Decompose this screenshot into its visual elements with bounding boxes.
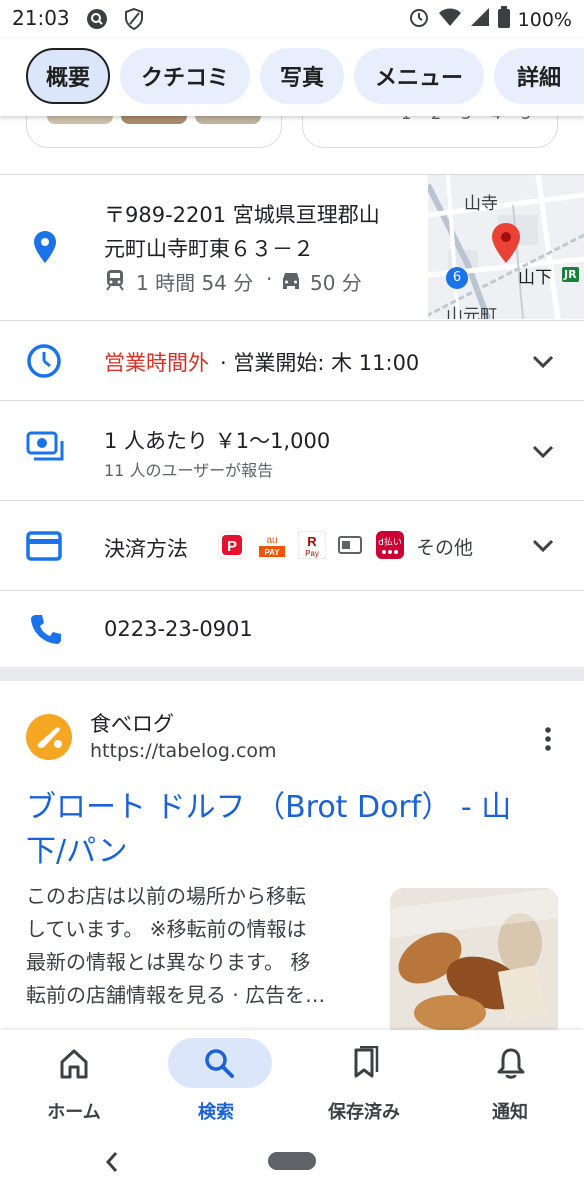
search-status-icon xyxy=(86,8,108,34)
svg-text:R: R xyxy=(307,534,317,549)
address-line-2: 元町山寺町東６３－２ xyxy=(104,237,314,261)
tabelog-logo xyxy=(26,714,72,760)
tab-chips: 概要 クチコミ 写真 メニュー 詳細 xyxy=(0,38,584,116)
svg-text:Pay: Pay xyxy=(305,549,319,558)
payment-row[interactable]: 決済方法 P au PAY R Pay d払い その他 xyxy=(0,500,584,590)
location-pin-icon xyxy=(34,231,56,267)
svg-text:au: au xyxy=(266,535,277,546)
svg-text:P: P xyxy=(227,538,237,555)
tab-details[interactable]: 詳細 xyxy=(494,48,584,104)
price-row[interactable]: 1 人あたり ￥1〜1,000 11 人のユーザーが報告 xyxy=(0,400,584,500)
map-label-station: 山下 xyxy=(518,268,552,288)
result-title-line2: 下/パン xyxy=(26,834,128,869)
price-reporters: 11 人のユーザーが報告 xyxy=(104,461,274,480)
status-time: 21:03 xyxy=(12,6,70,30)
clock-icon xyxy=(26,343,62,383)
phone-icon xyxy=(30,613,62,649)
nav-notifications[interactable]: 通知 xyxy=(450,1030,570,1136)
snippet-line: このお店は以前の場所から移転 xyxy=(26,884,306,908)
wifi-icon xyxy=(438,7,462,32)
status-bar: 21:03 100% xyxy=(0,0,584,38)
saved-icon xyxy=(350,1045,380,1084)
address-line-1: 〒989-2201 宮城県亘理郡山 xyxy=(104,203,380,227)
back-icon[interactable] xyxy=(104,1150,120,1178)
map-label-yamamoto: 山元町 xyxy=(446,306,497,319)
chevron-down-icon[interactable] xyxy=(532,539,554,553)
au-pay-icon: au PAY xyxy=(258,531,286,559)
tab-reviews[interactable]: クチコミ xyxy=(120,48,250,104)
car-icon xyxy=(280,271,302,293)
hours-status: 営業時間外 xyxy=(104,351,209,375)
jr-badge: JR xyxy=(562,267,579,282)
train-icon xyxy=(104,269,126,295)
battery-icon xyxy=(497,6,510,33)
status-right: 100% xyxy=(408,6,572,33)
map-pin-icon xyxy=(492,223,520,267)
rating-card-partial[interactable]: 1 2 3 4 5 xyxy=(302,104,558,148)
search-icon xyxy=(204,1048,234,1082)
section-divider xyxy=(0,667,584,681)
chevron-down-icon[interactable] xyxy=(532,355,554,369)
nav-notifications-label: 通知 xyxy=(492,1102,528,1123)
shield-icon xyxy=(124,7,144,34)
battery-percent: 100% xyxy=(517,8,572,31)
nav-saved-label: 保存済み xyxy=(328,1102,400,1123)
more-vert-icon[interactable] xyxy=(540,726,556,756)
result-snippet: このお店は以前の場所から移転 しています。 ※移転前の情報は 最新の情報とは異な… xyxy=(26,880,366,1012)
result-title[interactable]: ブロート ドルフ （Brot Dorf） - 山 下/パン xyxy=(26,786,566,874)
bell-icon xyxy=(496,1046,526,1084)
system-navigation xyxy=(0,1136,584,1200)
alarm-icon xyxy=(408,6,430,33)
phone-row[interactable]: 0223-23-0901 xyxy=(0,590,584,668)
snippet-line: しています。 ※移転前の情報は xyxy=(26,917,307,941)
nav-home[interactable]: ホーム xyxy=(14,1030,134,1136)
snippet-line: 転前の店舗情報を見る · 広告を… xyxy=(26,983,326,1007)
card-icon xyxy=(338,535,362,559)
photo-strip-partial[interactable] xyxy=(26,112,282,148)
nav-search[interactable]: 検索 xyxy=(156,1030,276,1136)
map-label-yamadera: 山寺 xyxy=(464,194,498,214)
bottom-navigation: ホーム 検索 保存済み 通知 xyxy=(0,1030,584,1136)
svg-text:PAY: PAY xyxy=(264,548,280,557)
tab-photos[interactable]: 写真 xyxy=(260,48,344,104)
tab-overview[interactable]: 概要 xyxy=(26,48,110,104)
home-icon xyxy=(58,1048,90,1084)
result-thumbnail[interactable] xyxy=(390,888,558,1038)
payment-label: 決済方法 xyxy=(104,537,188,561)
transit-time: 1 時間 54 分 xyxy=(136,271,254,295)
home-gesture-pill[interactable] xyxy=(268,1152,316,1170)
map-thumbnail[interactable]: 山寺 山下 JR 6 山元町 xyxy=(428,175,584,319)
signal-icon xyxy=(470,7,490,32)
d-barai-icon: d払い xyxy=(376,531,404,563)
separator: · xyxy=(266,267,273,291)
drive-time: 50 分 xyxy=(310,271,362,295)
route-badge: 6 xyxy=(446,267,468,289)
hours-opening: · 営業開始: 木 11:00 xyxy=(220,351,420,375)
svg-text:d払い: d払い xyxy=(378,536,402,548)
price-range: 1 人あたり ￥1〜1,000 xyxy=(104,429,331,453)
tab-menu[interactable]: メニュー xyxy=(354,48,484,104)
hours-row[interactable]: 営業時間外 · 営業開始: 木 11:00 xyxy=(0,320,584,400)
nav-home-label: ホーム xyxy=(47,1102,101,1123)
phone-number[interactable]: 0223-23-0901 xyxy=(104,617,253,641)
snippet-line: 最新の情報とは異なります。 移 xyxy=(26,950,311,974)
result-title-line1: ブロート ドルフ （Brot Dorf） - 山 xyxy=(26,790,512,825)
site-url[interactable]: https://tabelog.com xyxy=(90,740,277,762)
paypay-icon: P xyxy=(218,531,246,559)
nav-saved[interactable]: 保存済み xyxy=(304,1030,424,1136)
rakuten-pay-icon: R Pay xyxy=(297,530,327,560)
money-icon xyxy=(26,431,64,467)
site-name: 食べログ xyxy=(90,712,174,736)
nav-search-label: 検索 xyxy=(198,1102,234,1123)
payment-more: その他 xyxy=(416,537,474,559)
credit-card-icon xyxy=(26,531,62,565)
chevron-down-icon[interactable] xyxy=(532,445,554,459)
